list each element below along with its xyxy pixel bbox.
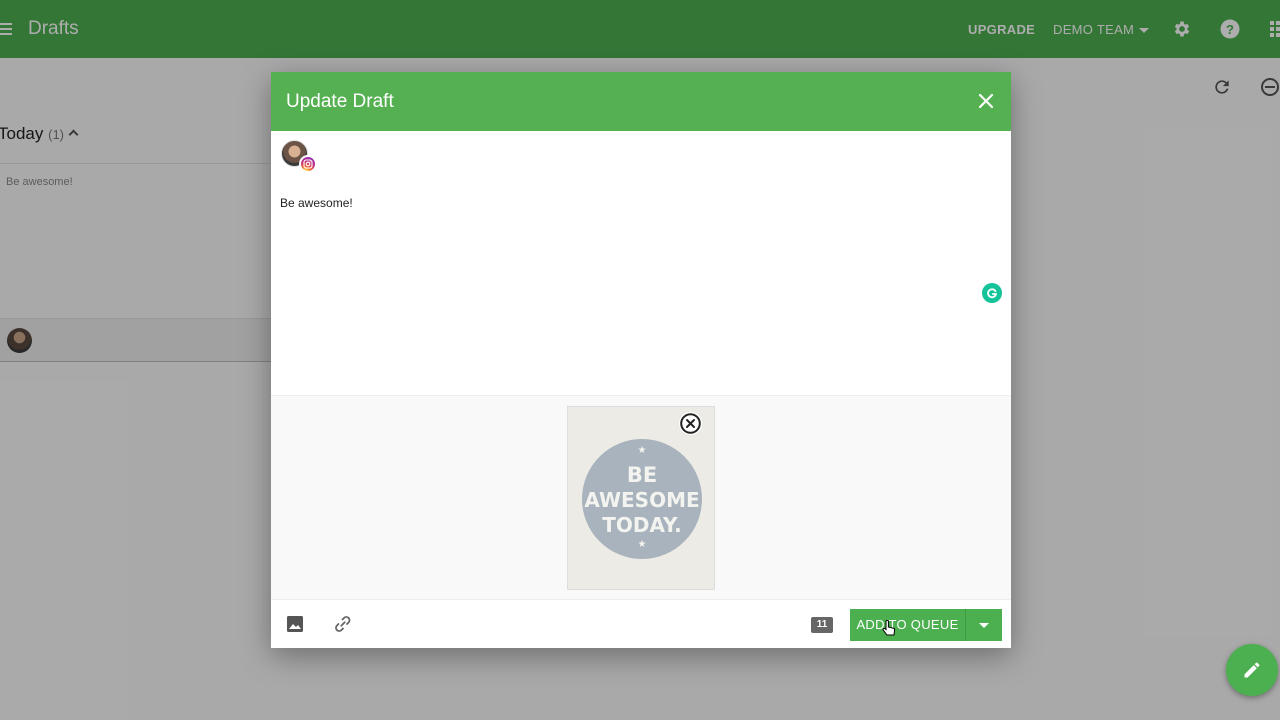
image-upload-icon[interactable] [286, 614, 306, 634]
poster-line: AWESOME [584, 488, 700, 512]
poster-line: TODAY. [602, 513, 682, 537]
modal-header: Update Draft [271, 72, 1011, 131]
close-icon[interactable] [977, 92, 995, 110]
edit-pencil-icon [1244, 662, 1260, 678]
chevron-down-icon [979, 623, 989, 628]
update-draft-modal: Update Draft Be awesome! ★ BE AWESOME TO… [271, 72, 1011, 648]
queue-options-dropdown[interactable] [966, 609, 1002, 641]
post-text-editor[interactable]: Be awesome! [280, 196, 980, 210]
grammarly-icon[interactable] [982, 283, 1002, 303]
remove-image-icon[interactable] [679, 412, 702, 435]
star-icon: ★ [637, 445, 647, 456]
media-attachment-area: ★ BE AWESOME TODAY. ★ [271, 395, 1011, 599]
add-to-queue-button[interactable]: ADD TO QUEUE [850, 609, 966, 641]
compose-fab[interactable] [1226, 644, 1278, 696]
hand-cursor-icon [882, 619, 896, 642]
selected-profile-avatar[interactable] [281, 140, 321, 174]
modal-title: Update Draft [286, 91, 394, 112]
link-icon[interactable] [333, 614, 353, 634]
poster-line: BE [626, 463, 658, 487]
modal-footer: 11 ADD TO QUEUE [271, 599, 1011, 648]
instagram-icon [299, 155, 317, 173]
character-count-badge: 11 [811, 617, 833, 633]
star-icon: ★ [637, 539, 647, 550]
